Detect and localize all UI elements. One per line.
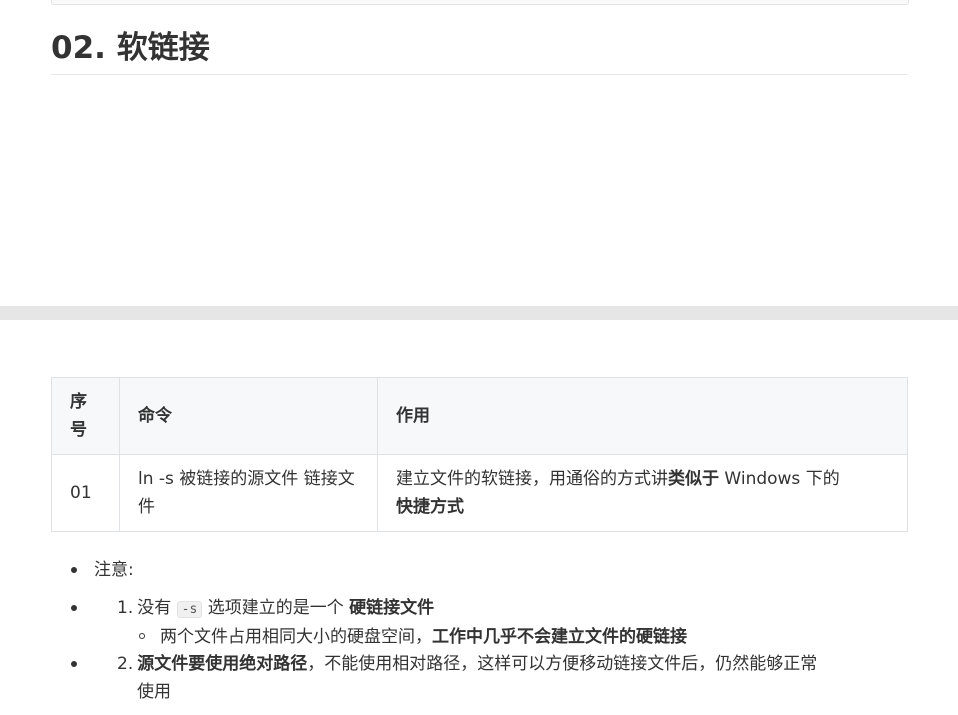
option-code: -s bbox=[176, 601, 203, 618]
bullet-icon bbox=[71, 605, 77, 611]
item-number: 2. bbox=[117, 654, 134, 674]
header-seq-char-1: 序 bbox=[70, 392, 87, 412]
note-item-1: 1. 没有 -s 选项建立的是一个 硬链接文件 两个文件占用相同大小的硬盘空间，工… bbox=[51, 594, 907, 650]
cell-effect: 建立文件的软链接，用通俗的方式讲类似于 Windows 下的快捷方式 bbox=[377, 454, 908, 532]
item1-bold: 硬链接文件 bbox=[349, 598, 435, 618]
item1-text-before: 没有 bbox=[137, 598, 172, 618]
section-heading: 02. 软链接 bbox=[51, 26, 907, 75]
circle-bullet-icon bbox=[139, 633, 145, 639]
table-row: 01 ln -s 被链接的源文件 链接文件 建立文件的软链接，用通俗的方式讲类似… bbox=[51, 454, 908, 532]
command-table: 序 号 命令 作用 01 ln -s 被链接的源文件 链接文件 建立文件的软链接… bbox=[51, 377, 908, 532]
cell-command: ln -s 被链接的源文件 链接文件 bbox=[119, 454, 378, 532]
item2-continuation: 使用 bbox=[137, 682, 171, 702]
note-sublist: 两个文件占用相同大小的硬盘空间，工作中几乎不会建立文件的硬链接 bbox=[51, 624, 907, 650]
item1-text-after: 选项建立的是一个 bbox=[207, 598, 344, 618]
sub-text: 两个文件占用相同大小的硬盘空间， bbox=[160, 627, 432, 647]
bullet-icon bbox=[71, 661, 77, 667]
item-number: 1. bbox=[117, 598, 134, 618]
effect-bold-shortcut: 快捷方式 bbox=[396, 497, 464, 517]
sub-list-item: 两个文件占用相同大小的硬盘空间，工作中几乎不会建立文件的硬链接 bbox=[117, 624, 907, 650]
effect-prefix: 建立文件的软链接，用通俗的方式讲 bbox=[396, 469, 668, 489]
note-title-item: 注意: bbox=[51, 556, 907, 584]
note-title: 注意: bbox=[94, 560, 134, 580]
section-divider bbox=[0, 306, 958, 320]
effect-middle: Windows 下的 bbox=[719, 469, 840, 489]
header-seq-char-2: 号 bbox=[70, 420, 87, 440]
table-header-row: 序 号 命令 作用 bbox=[51, 377, 908, 455]
notes-list: 注意: 1. 没有 -s 选项建立的是一个 硬链接文件 两个文件占用相同大小的硬盘… bbox=[51, 556, 907, 706]
bullet-icon bbox=[71, 567, 77, 573]
item2-text: ，不能使用相对路径，这样可以方便移动链接文件后，仍然能够正常 bbox=[307, 654, 818, 674]
previous-block-bottom bbox=[51, 0, 909, 5]
header-seq: 序 号 bbox=[51, 377, 120, 455]
item2-bold: 源文件要使用绝对路径 bbox=[137, 654, 308, 674]
sub-bold: 工作中几乎不会建立文件的硬链接 bbox=[432, 627, 687, 647]
document-page: 02. 软链接 序 号 命令 作用 01 ln -s 被链接的源文件 链接文件 … bbox=[0, 0, 958, 715]
header-effect: 作用 bbox=[377, 377, 908, 455]
note-item-2: 2. 源文件要使用绝对路径，不能使用相对路径，这样可以方便移动链接文件后，仍然能够… bbox=[51, 650, 907, 706]
header-command: 命令 bbox=[119, 377, 378, 455]
effect-bold-similar: 类似于 bbox=[668, 469, 719, 489]
cell-seq: 01 bbox=[51, 454, 120, 532]
